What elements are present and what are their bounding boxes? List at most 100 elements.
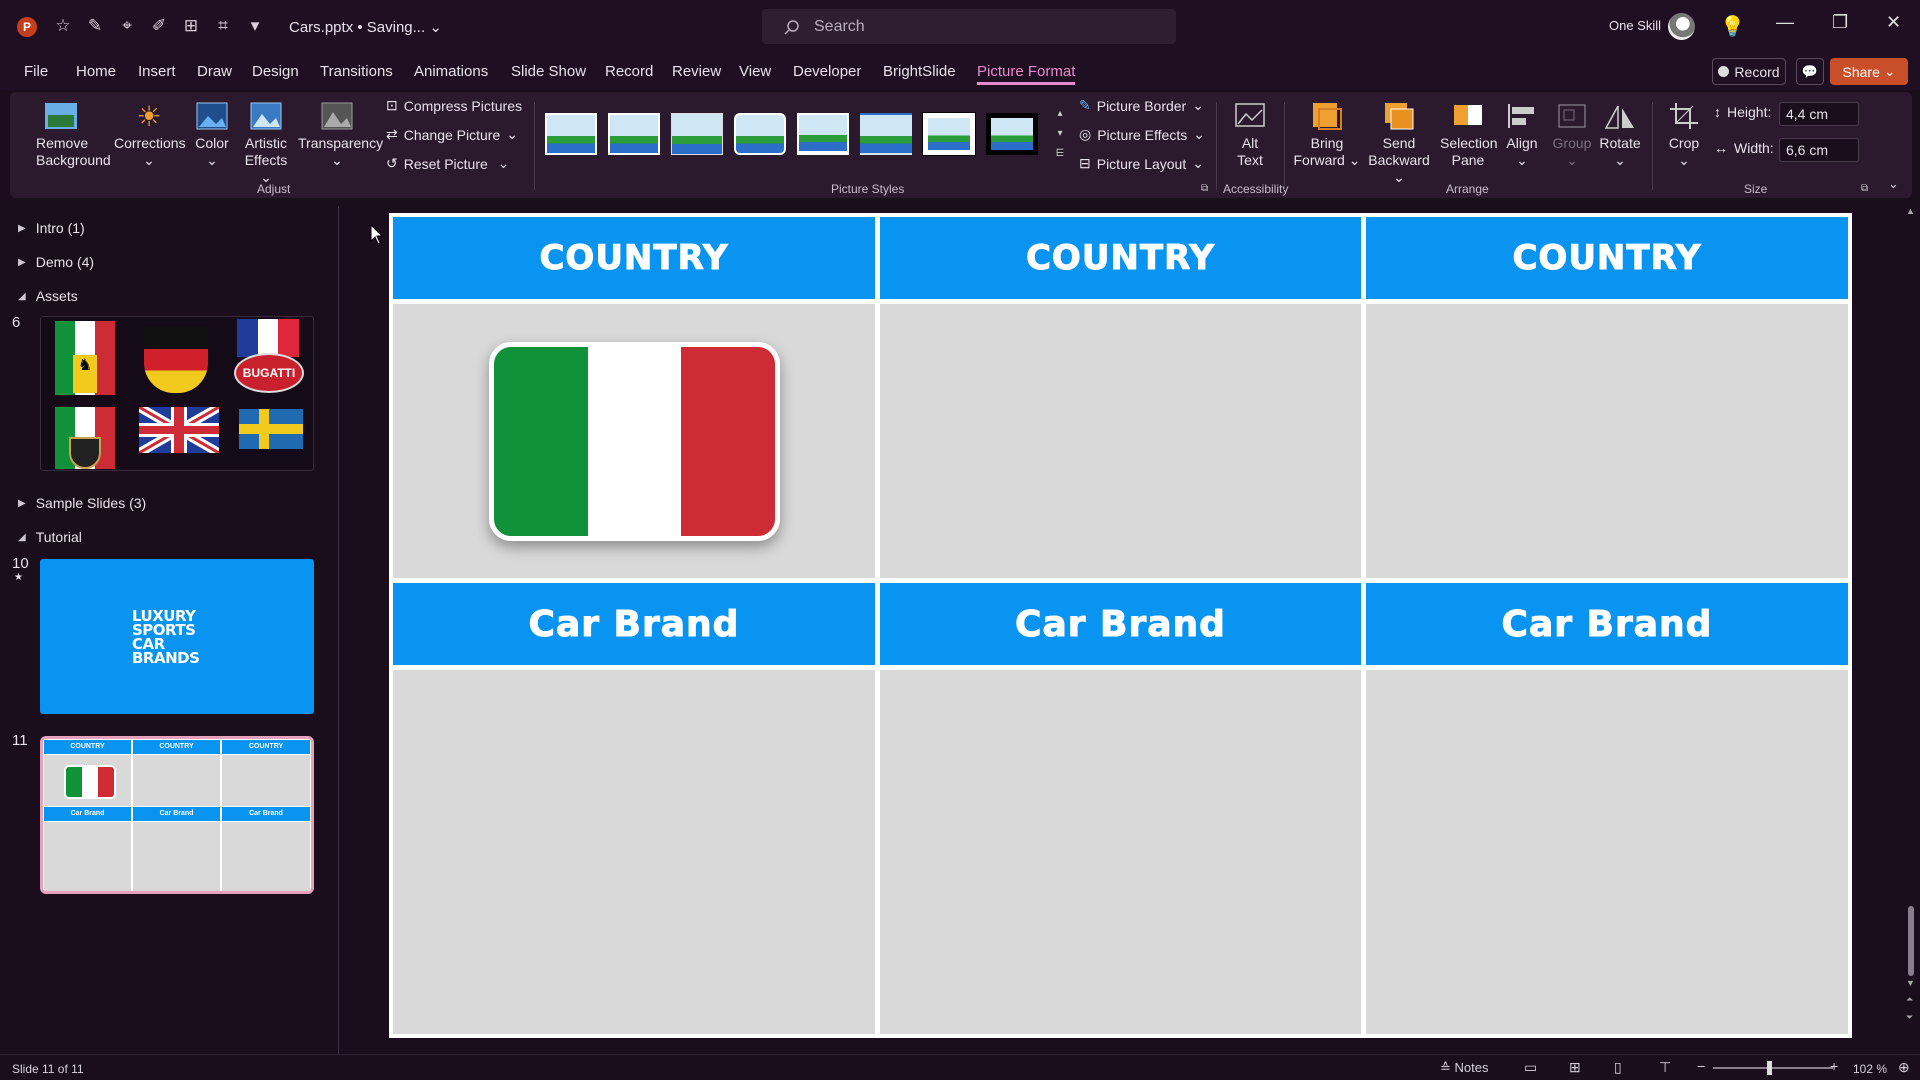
pane-divider[interactable] — [338, 206, 339, 1054]
slide-sorter-icon[interactable]: ⊞ — [1569, 1059, 1581, 1076]
target-icon[interactable]: ⌖ — [116, 14, 138, 38]
brand-cell-1[interactable] — [393, 670, 875, 1034]
country-cell-2[interactable] — [880, 304, 1361, 578]
compress-pictures-button[interactable]: ⊡ Compress Pictures — [386, 97, 522, 114]
autosave-star-icon[interactable]: ☆ — [52, 14, 74, 38]
more-icon[interactable]: ⋿ — [1053, 144, 1067, 164]
brand-cell-3[interactable] — [1366, 670, 1848, 1034]
country-header-2[interactable]: COUNTRY — [880, 217, 1361, 299]
dialog-launcher-icon[interactable]: ⧉ — [1201, 183, 1208, 194]
section-demo[interactable]: ▶ Demo (4) — [18, 254, 94, 270]
change-picture-button[interactable]: ⇄ Change Picture ⌄ — [386, 126, 518, 143]
zoom-slider-thumb[interactable] — [1767, 1061, 1772, 1075]
notes-button[interactable]: ≙ Notes — [1440, 1060, 1489, 1076]
restore-icon[interactable]: ❐ — [1832, 12, 1848, 33]
tab-record[interactable]: Record — [605, 63, 653, 80]
crop-tool-icon[interactable]: ⌗ — [212, 14, 234, 38]
collapse-ribbon-icon[interactable]: ⌄ — [1888, 176, 1899, 192]
reading-view-icon[interactable]: ▯ — [1614, 1059, 1622, 1076]
search-box[interactable]: Search — [762, 9, 1176, 44]
share-button[interactable]: Share ⌄ — [1830, 58, 1908, 85]
color-button[interactable]: Color ⌄ — [192, 100, 232, 169]
avatar[interactable] — [1668, 13, 1695, 40]
brand-cell-2[interactable] — [880, 670, 1361, 1034]
lightbulb-icon[interactable]: 💡 — [1720, 14, 1745, 39]
scroll-up-icon[interactable]: ▲ — [1906, 206, 1915, 216]
reset-picture-button[interactable]: ↺ Reset Picture ⌄ — [386, 155, 509, 172]
tab-picture-format[interactable]: Picture Format — [977, 63, 1076, 85]
tab-developer[interactable]: Developer — [793, 63, 861, 80]
transparency-button[interactable]: Transparency ⌄ — [298, 100, 383, 169]
slide-canvas[interactable]: COUNTRY COUNTRY COUNTRY Car Brand Car Br… — [389, 213, 1852, 1038]
picture-style-3[interactable] — [671, 113, 723, 155]
slide-thumbnail-11[interactable]: COUNTRY COUNTRY COUNTRY Car Brand Car Br… — [40, 736, 314, 894]
previous-slide-icon[interactable]: ⏶ — [1906, 994, 1913, 1005]
italy-flag-picture[interactable] — [489, 342, 780, 541]
slideshow-view-icon[interactable]: ⊤ — [1659, 1059, 1671, 1076]
chevron-up-icon[interactable]: ▴ — [1053, 104, 1067, 124]
tab-animations[interactable]: Animations — [414, 63, 488, 80]
chevron-down-icon[interactable]: ▾ — [1053, 124, 1067, 144]
user-name[interactable]: One Skill — [1609, 18, 1661, 33]
picture-style-5[interactable] — [797, 113, 849, 155]
crop-button[interactable]: Crop ⌄ — [1664, 100, 1704, 169]
artistic-effects-button[interactable]: Artistic Effects ⌄ — [238, 100, 294, 186]
record-button[interactable]: Record — [1712, 58, 1786, 85]
minimize-icon[interactable]: — — [1776, 12, 1794, 33]
scroll-down-icon[interactable]: ▼ — [1906, 978, 1915, 988]
close-icon[interactable]: ✕ — [1886, 12, 1901, 33]
rotate-button[interactable]: Rotate ⌄ — [1598, 100, 1642, 169]
tab-brightslide[interactable]: BrightSlide — [883, 63, 956, 80]
document-filename[interactable]: Cars.pptx • Saving... ⌄ — [289, 18, 442, 36]
picture-style-6[interactable] — [860, 113, 912, 155]
comments-button[interactable]: 💬 — [1796, 58, 1824, 85]
picture-style-2[interactable] — [608, 113, 660, 155]
tab-review[interactable]: Review — [672, 63, 721, 80]
scrollbar-thumb[interactable] — [1908, 906, 1914, 976]
group-button[interactable]: Group ⌄ — [1550, 100, 1594, 169]
next-slide-icon[interactable]: ⏷ — [1906, 1012, 1913, 1023]
car-brand-header-2[interactable]: Car Brand — [880, 583, 1361, 665]
car-brand-header-3[interactable]: Car Brand — [1366, 583, 1848, 665]
section-sample-slides[interactable]: ▶ Sample Slides (3) — [18, 495, 146, 511]
tab-draw[interactable]: Draw — [197, 63, 232, 80]
tab-home[interactable]: Home — [76, 63, 116, 80]
tab-slideshow[interactable]: Slide Show — [511, 63, 586, 80]
fit-slide-icon[interactable]: ⊕ — [1898, 1059, 1910, 1076]
section-assets[interactable]: ◢ Assets — [18, 288, 78, 304]
align-button[interactable]: Align ⌄ — [1502, 100, 1542, 169]
tab-file[interactable]: File — [24, 63, 48, 80]
section-intro[interactable]: ▶ Intro (1) — [18, 220, 85, 236]
picture-styles-gallery[interactable] — [545, 103, 1053, 165]
corrections-button[interactable]: ☀ Corrections ⌄ — [114, 100, 186, 169]
pencil-icon[interactable]: ✐ — [148, 14, 170, 38]
tab-insert[interactable]: Insert — [138, 63, 176, 80]
country-cell-3[interactable] — [1366, 304, 1848, 578]
zoom-slider[interactable] — [1713, 1061, 1833, 1075]
selection-pane-button[interactable]: Selection Pane — [1440, 100, 1498, 169]
car-brand-header-1[interactable]: Car Brand — [393, 583, 875, 665]
slide-thumbnail-10[interactable]: LUXURY SPORTS CAR BRANDS — [40, 559, 314, 714]
picture-style-4[interactable] — [734, 113, 786, 155]
send-backward-button[interactable]: Send Backward ⌄ — [1362, 100, 1436, 186]
country-header-3[interactable]: COUNTRY — [1366, 217, 1848, 299]
picture-style-8[interactable] — [986, 113, 1038, 155]
zoom-in-icon[interactable]: + — [1830, 1058, 1838, 1074]
gallery-scroll[interactable]: ▴ ▾ ⋿ — [1053, 104, 1067, 166]
picture-layout-button[interactable]: ⊟ Picture Layout ⌄ — [1079, 155, 1204, 172]
pen-icon[interactable]: ✎ — [84, 14, 106, 38]
remove-background-button[interactable]: Remove Background — [36, 100, 111, 169]
height-input[interactable]: 4,4 cm — [1779, 102, 1859, 126]
tab-view[interactable]: View — [739, 63, 771, 80]
normal-view-icon[interactable]: ▭ — [1524, 1059, 1537, 1076]
picture-style-1[interactable] — [545, 113, 597, 155]
zoom-out-icon[interactable]: − — [1697, 1058, 1705, 1074]
align-tool-icon[interactable]: ⊞ — [180, 14, 202, 38]
alt-text-button[interactable]: Alt Text — [1232, 100, 1268, 169]
size-dialog-launcher-icon[interactable]: ⧉ — [1861, 183, 1868, 194]
picture-border-button[interactable]: ✎ Picture Border ⌄ — [1079, 97, 1204, 114]
section-tutorial[interactable]: ◢ Tutorial — [18, 529, 82, 545]
tab-transitions[interactable]: Transitions — [320, 63, 393, 80]
vertical-scrollbar[interactable]: ▲ ▼ ⏶ ⏷ — [1906, 206, 1916, 1036]
slide-thumbnail-6[interactable]: ♞ BUGATTI — [40, 316, 314, 471]
